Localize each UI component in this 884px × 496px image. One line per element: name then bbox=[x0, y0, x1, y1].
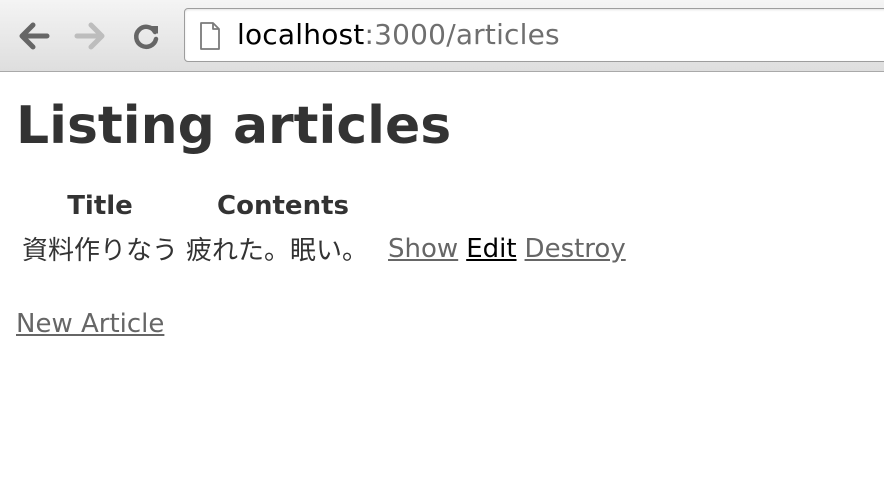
reload-button[interactable] bbox=[126, 14, 166, 58]
column-header-title: Title bbox=[67, 191, 133, 221]
table-row: 資料作りなう 疲れた。眠い。 Show Edit Destroy bbox=[20, 230, 628, 267]
article-title-cell: 資料作りなう bbox=[22, 236, 179, 266]
page-icon bbox=[199, 21, 221, 55]
back-button[interactable] bbox=[14, 14, 54, 58]
url-host: localhost bbox=[237, 18, 365, 51]
forward-button[interactable] bbox=[70, 14, 110, 58]
articles-table: Title Contents 資料作りなう 疲れた。眠い。 Show Edit … bbox=[16, 182, 632, 273]
article-contents-cell: 疲れた。眠い。 bbox=[186, 236, 369, 266]
table-header-row: Title Contents bbox=[20, 188, 628, 224]
arrow-right-icon bbox=[73, 21, 107, 51]
reload-icon bbox=[130, 20, 162, 52]
url-text: localhost:3000/articles bbox=[237, 19, 560, 51]
arrow-left-icon bbox=[17, 21, 51, 51]
page-content: Listing articles Title Contents 資料作りなう 疲… bbox=[0, 72, 884, 496]
destroy-link[interactable]: Destroy bbox=[525, 234, 626, 264]
browser-toolbar: localhost:3000/articles bbox=[0, 0, 884, 72]
show-link[interactable]: Show bbox=[388, 234, 458, 264]
new-article-link[interactable]: New Article bbox=[16, 308, 164, 340]
page-title: Listing articles bbox=[16, 96, 452, 156]
address-bar[interactable]: localhost:3000/articles bbox=[184, 8, 884, 62]
edit-link[interactable]: Edit bbox=[466, 234, 516, 264]
url-path: :3000/articles bbox=[364, 18, 560, 51]
column-header-contents: Contents bbox=[217, 191, 349, 221]
